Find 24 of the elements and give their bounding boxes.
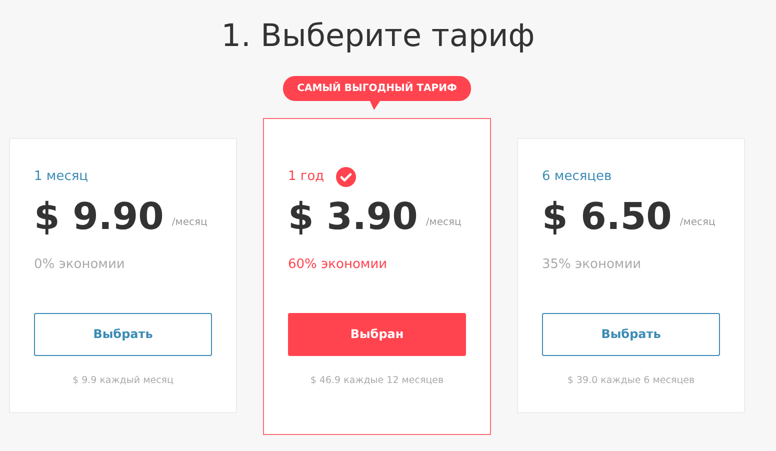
badge-pointer-icon [370, 101, 380, 110]
plan-period: 1 месяц [34, 168, 88, 186]
select-button[interactable]: Выбрать [34, 312, 212, 356]
badge-label: САМЫЙ ВЫГОДНЫЙ ТАРИФ [283, 76, 471, 101]
plan-card[interactable]: 6 месяцев $ 6.50 /месяц 35% экономии Выбрать $ 39.0 каждые 6 месяцев [517, 138, 745, 413]
savings-text: 60% экономии [288, 256, 388, 274]
select-button[interactable]: Выбрать [542, 312, 720, 356]
billing-note: $ 39.0 каждые 6 месяцев [566, 374, 696, 388]
billing-note: $ 46.9 каждые 12 месяцев [309, 374, 445, 388]
savings-text: 0% экономии [34, 256, 126, 274]
page-title: 1. Выберите тариф [220, 17, 536, 56]
plan-card[interactable]: 1 год $ 3.90 /месяц 60% экономии Выбран $ 46.9 каждые 12 месяцев [263, 118, 491, 435]
savings-text: 35% экономии [542, 256, 642, 274]
plan-price: $ 6.50 [542, 195, 672, 239]
price-unit: /месяц [172, 216, 208, 230]
plan-price: $ 3.90 [288, 195, 418, 239]
plan-price: $ 9.90 [34, 195, 164, 239]
plan-period: 6 месяцев [542, 168, 612, 186]
plan-period: 1 год [288, 168, 324, 186]
price-unit: /месяц [680, 216, 716, 230]
check-icon [336, 167, 356, 187]
price-unit: /месяц [426, 216, 462, 230]
billing-note: $ 9.9 каждый месяц [72, 374, 174, 388]
plan-card[interactable]: 1 месяц $ 9.90 /месяц 0% экономии Выбрать $ 9.9 каждый месяц [9, 138, 237, 413]
